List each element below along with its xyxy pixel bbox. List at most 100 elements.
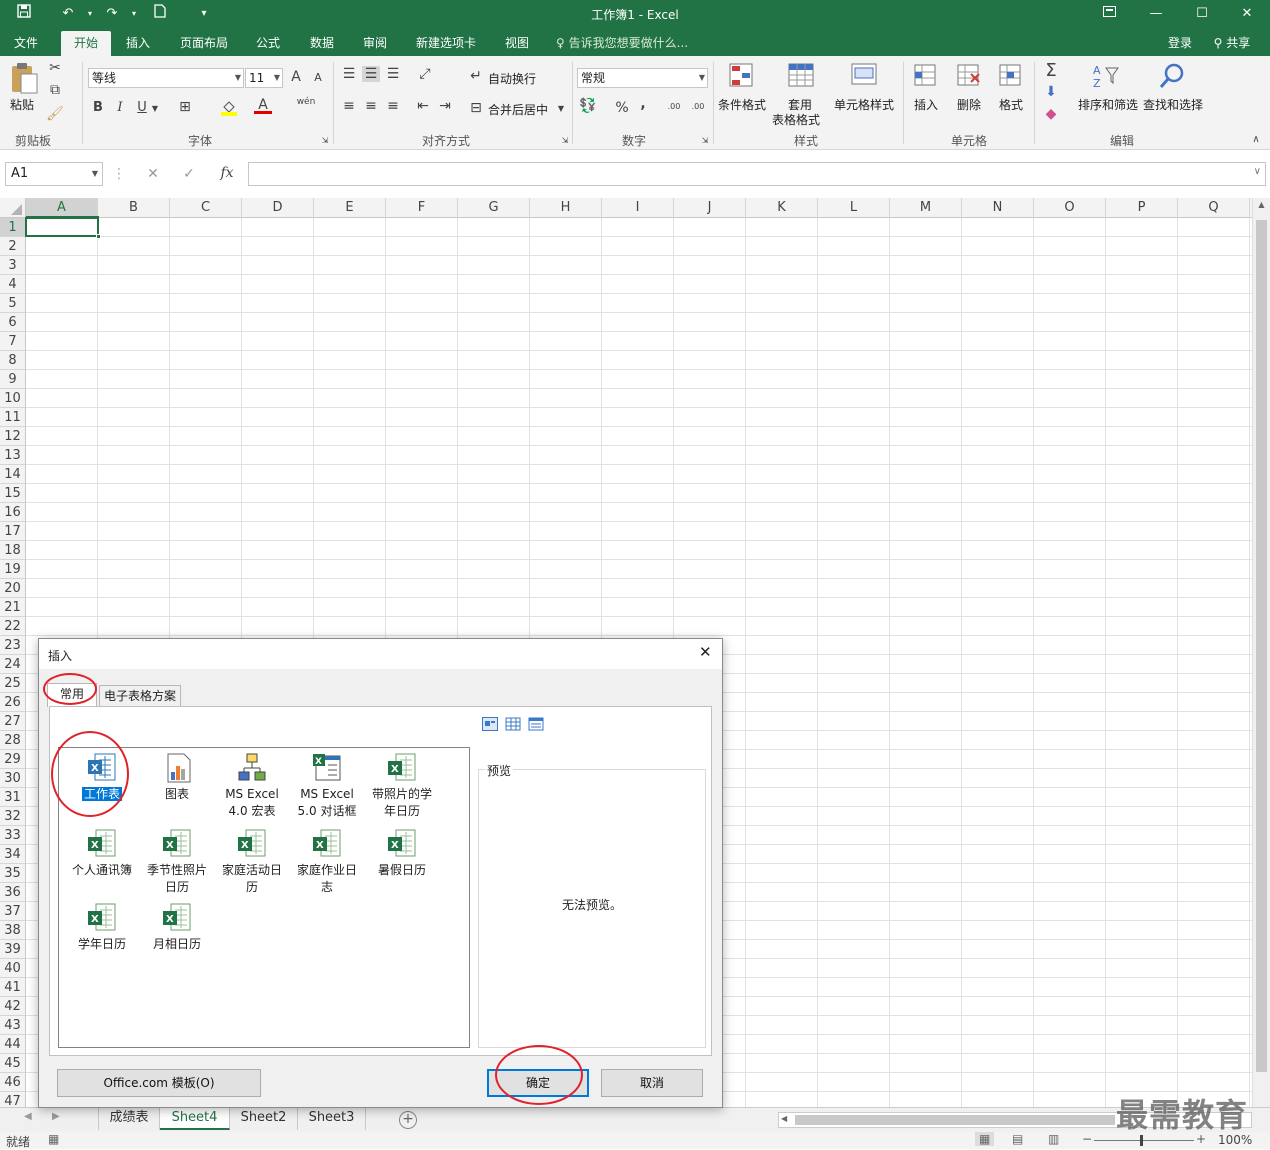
row-header[interactable]: 42: [0, 997, 26, 1016]
column-header[interactable]: G: [458, 198, 530, 218]
row-header[interactable]: 18: [0, 541, 26, 560]
format-painter-icon[interactable]: 🖌: [46, 106, 64, 122]
format-cells-icon[interactable]: [997, 62, 1027, 92]
insert-cells-icon[interactable]: [912, 62, 942, 92]
paste-label[interactable]: 粘贴: [10, 96, 34, 113]
row-header[interactable]: 35: [0, 864, 26, 883]
underline-button[interactable]: U: [134, 100, 150, 115]
row-header[interactable]: 9: [0, 370, 26, 389]
number-dialog-launcher-icon[interactable]: ⇲: [700, 136, 710, 145]
align-bottom-icon[interactable]: ☰: [384, 66, 402, 82]
template-item[interactable]: X 暑假日历: [365, 828, 439, 879]
font-name-select[interactable]: 等线 ▼: [88, 68, 244, 88]
tab-file[interactable]: 文件: [4, 31, 48, 56]
page-break-view-icon[interactable]: ▥: [1048, 1132, 1059, 1146]
column-header[interactable]: K: [746, 198, 818, 218]
large-icons-view-icon[interactable]: [482, 717, 498, 731]
format-cells-button[interactable]: 格式: [999, 96, 1023, 113]
column-header[interactable]: L: [818, 198, 890, 218]
row-header[interactable]: 25: [0, 674, 26, 693]
name-box[interactable]: A1 ▼: [5, 162, 103, 186]
prev-sheet-icon[interactable]: ◀: [24, 1111, 32, 1122]
tab-home[interactable]: 开始: [61, 31, 111, 56]
row-header[interactable]: 17: [0, 522, 26, 541]
row-header[interactable]: 7: [0, 332, 26, 351]
row-header[interactable]: 38: [0, 921, 26, 940]
share-button[interactable]: ⚲ 共享: [1204, 31, 1260, 56]
conditional-formatting-button[interactable]: 条件格式: [718, 96, 766, 113]
column-header[interactable]: M: [890, 198, 962, 218]
select-all-corner[interactable]: [0, 198, 26, 218]
row-header[interactable]: 2: [0, 237, 26, 256]
row-header[interactable]: 8: [0, 351, 26, 370]
format-as-table-line2[interactable]: 表格格式: [772, 111, 820, 128]
font-size-select[interactable]: 11 ▼: [245, 68, 283, 88]
cancel-entry-icon[interactable]: ✕: [144, 166, 162, 182]
column-header[interactable]: E: [314, 198, 386, 218]
template-item[interactable]: X 家庭作业日志: [290, 828, 364, 896]
bold-button[interactable]: B: [90, 100, 106, 115]
format-as-table-icon[interactable]: [787, 62, 817, 92]
tab-data[interactable]: 数据: [302, 31, 342, 56]
expand-formula-icon[interactable]: ∨: [1254, 166, 1261, 177]
row-header[interactable]: 36: [0, 883, 26, 902]
row-header[interactable]: 6: [0, 313, 26, 332]
row-header[interactable]: 24: [0, 655, 26, 674]
tab-new[interactable]: 新建选项卡: [408, 31, 484, 56]
cut-icon[interactable]: ✂: [46, 60, 64, 76]
scroll-up-icon[interactable]: ▲: [1255, 200, 1268, 214]
template-item[interactable]: X MS Excel 5.0 对话框: [290, 752, 364, 820]
shrink-font-icon[interactable]: A: [310, 71, 326, 84]
row-header[interactable]: 34: [0, 845, 26, 864]
autosum-icon[interactable]: Σ: [1042, 60, 1060, 81]
align-center-icon[interactable]: ≡: [362, 98, 380, 114]
tell-me-box[interactable]: ♀ 告诉我您想要做什么...: [556, 31, 706, 56]
copy-icon[interactable]: ⧉: [46, 82, 64, 98]
italic-button[interactable]: I: [112, 100, 128, 115]
dialog-close-icon[interactable]: ✕: [699, 643, 712, 661]
column-header[interactable]: H: [530, 198, 602, 218]
row-header[interactable]: 27: [0, 712, 26, 731]
wrap-text-icon[interactable]: ↵: [468, 68, 484, 84]
sort-filter-icon[interactable]: AZ: [1092, 62, 1122, 92]
column-header[interactable]: J: [674, 198, 746, 218]
close-window-icon[interactable]: ✕: [1224, 0, 1270, 28]
active-cell-a1[interactable]: [25, 217, 99, 237]
row-header[interactable]: 3: [0, 256, 26, 275]
merge-center-button[interactable]: 合并后居中: [488, 101, 548, 118]
row-header[interactable]: 43: [0, 1016, 26, 1035]
maximize-icon[interactable]: ☐: [1179, 0, 1225, 28]
increase-indent-icon[interactable]: ⇥: [436, 98, 454, 114]
row-header[interactable]: 28: [0, 731, 26, 750]
fill-color-icon[interactable]: [220, 98, 238, 120]
column-header[interactable]: I: [602, 198, 674, 218]
template-item[interactable]: X 个人通讯簿: [65, 828, 139, 879]
row-header[interactable]: 19: [0, 560, 26, 579]
font-color-icon[interactable]: A: [254, 97, 272, 114]
column-header[interactable]: Q: [1178, 198, 1250, 218]
template-item[interactable]: X 月相日历: [140, 902, 214, 953]
delete-cells-icon[interactable]: [955, 62, 985, 92]
decrease-decimal-icon[interactable]: .00: [688, 102, 708, 111]
enter-entry-icon[interactable]: ✓: [180, 166, 198, 182]
increase-decimal-icon[interactable]: .00: [664, 102, 684, 111]
column-header[interactable]: D: [242, 198, 314, 218]
column-header[interactable]: A: [26, 198, 98, 218]
row-header[interactable]: 22: [0, 617, 26, 636]
find-select-icon[interactable]: [1158, 62, 1188, 92]
row-header[interactable]: 14: [0, 465, 26, 484]
conditional-formatting-icon[interactable]: [728, 62, 758, 92]
row-header[interactable]: 1: [0, 218, 26, 237]
tab-page-layout[interactable]: 页面布局: [172, 31, 236, 56]
sheet-tab[interactable]: Sheet2: [230, 1108, 298, 1130]
zoom-slider-thumb[interactable]: [1140, 1135, 1143, 1146]
currency-icon[interactable]: 💱: [578, 98, 598, 114]
template-item[interactable]: X 学年日历: [65, 902, 139, 953]
row-header[interactable]: 16: [0, 503, 26, 522]
row-header[interactable]: 41: [0, 978, 26, 997]
wrap-text-button[interactable]: 自动换行: [488, 70, 536, 87]
font-dialog-launcher-icon[interactable]: ⇲: [320, 136, 330, 145]
column-header[interactable]: O: [1034, 198, 1106, 218]
add-sheet-icon[interactable]: +: [399, 1111, 417, 1129]
row-header[interactable]: 11: [0, 408, 26, 427]
